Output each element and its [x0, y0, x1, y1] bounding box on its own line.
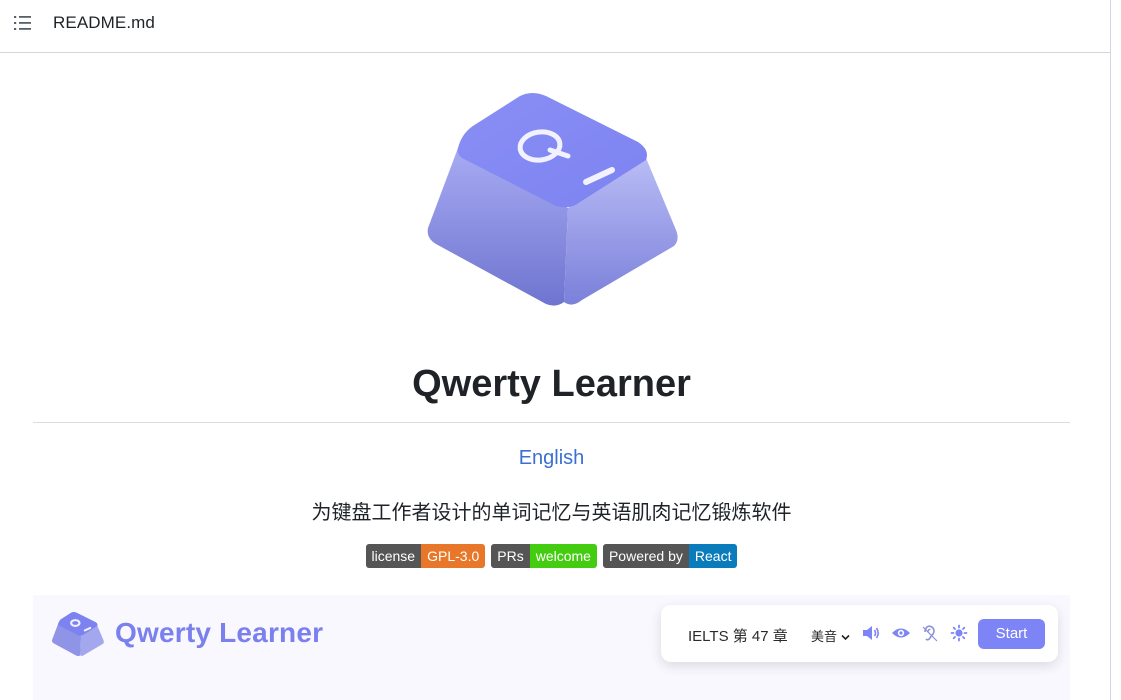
eye-icon[interactable] — [891, 624, 911, 642]
start-button[interactable]: Start — [978, 619, 1045, 649]
app-name: Qwerty Learner — [115, 617, 324, 648]
ear-icon[interactable] — [920, 624, 940, 642]
list-icon[interactable] — [12, 12, 36, 34]
sun-icon[interactable] — [949, 624, 969, 642]
badge-label: PRs — [491, 544, 530, 568]
keycap-q-logo — [418, 88, 688, 310]
powered-by-badge[interactable]: Powered by React — [602, 544, 738, 568]
app-screenshot: Qwerty Learner IELTS 第 47 章 美音 Start — [33, 595, 1070, 700]
chapter-selector[interactable]: IELTS 第 47 章 — [688, 625, 788, 646]
badge-label: Powered by — [602, 544, 689, 568]
page-title: Qwerty Learner — [412, 363, 691, 405]
badge-row: license GPL-3.0 PRs welcome Powered by Reac… — [0, 544, 1103, 568]
chevron-down-icon — [841, 634, 850, 641]
english-link[interactable]: English — [0, 447, 1103, 470]
prs-badge[interactable]: PRs welcome — [491, 544, 597, 568]
badge-value: GPL-3.0 — [421, 544, 486, 568]
project-description: 为键盘工作者设计的单词记忆与英语肌肉记忆锻炼软件 — [311, 502, 792, 524]
volume-icon[interactable] — [861, 624, 881, 642]
file-name: README.md — [53, 13, 155, 32]
badge-label: license — [365, 544, 422, 568]
readme-body: Qwerty Learner English 为键盘工作者设计的单词记忆与英语肌… — [0, 53, 1110, 700]
license-badge[interactable]: license GPL-3.0 — [365, 544, 486, 568]
badge-value: welcome — [529, 544, 597, 568]
title-divider — [33, 422, 1070, 423]
app-logo-icon — [50, 610, 106, 658]
scrollbar[interactable] — [1110, 0, 1121, 700]
accent-value: 美音 — [811, 629, 838, 644]
app-toolbar: IELTS 第 47 章 美音 Start — [661, 605, 1058, 662]
badge-value: React — [688, 544, 738, 568]
accent-select[interactable]: 美音 — [811, 626, 850, 645]
file-header: README.md — [0, 0, 1110, 53]
